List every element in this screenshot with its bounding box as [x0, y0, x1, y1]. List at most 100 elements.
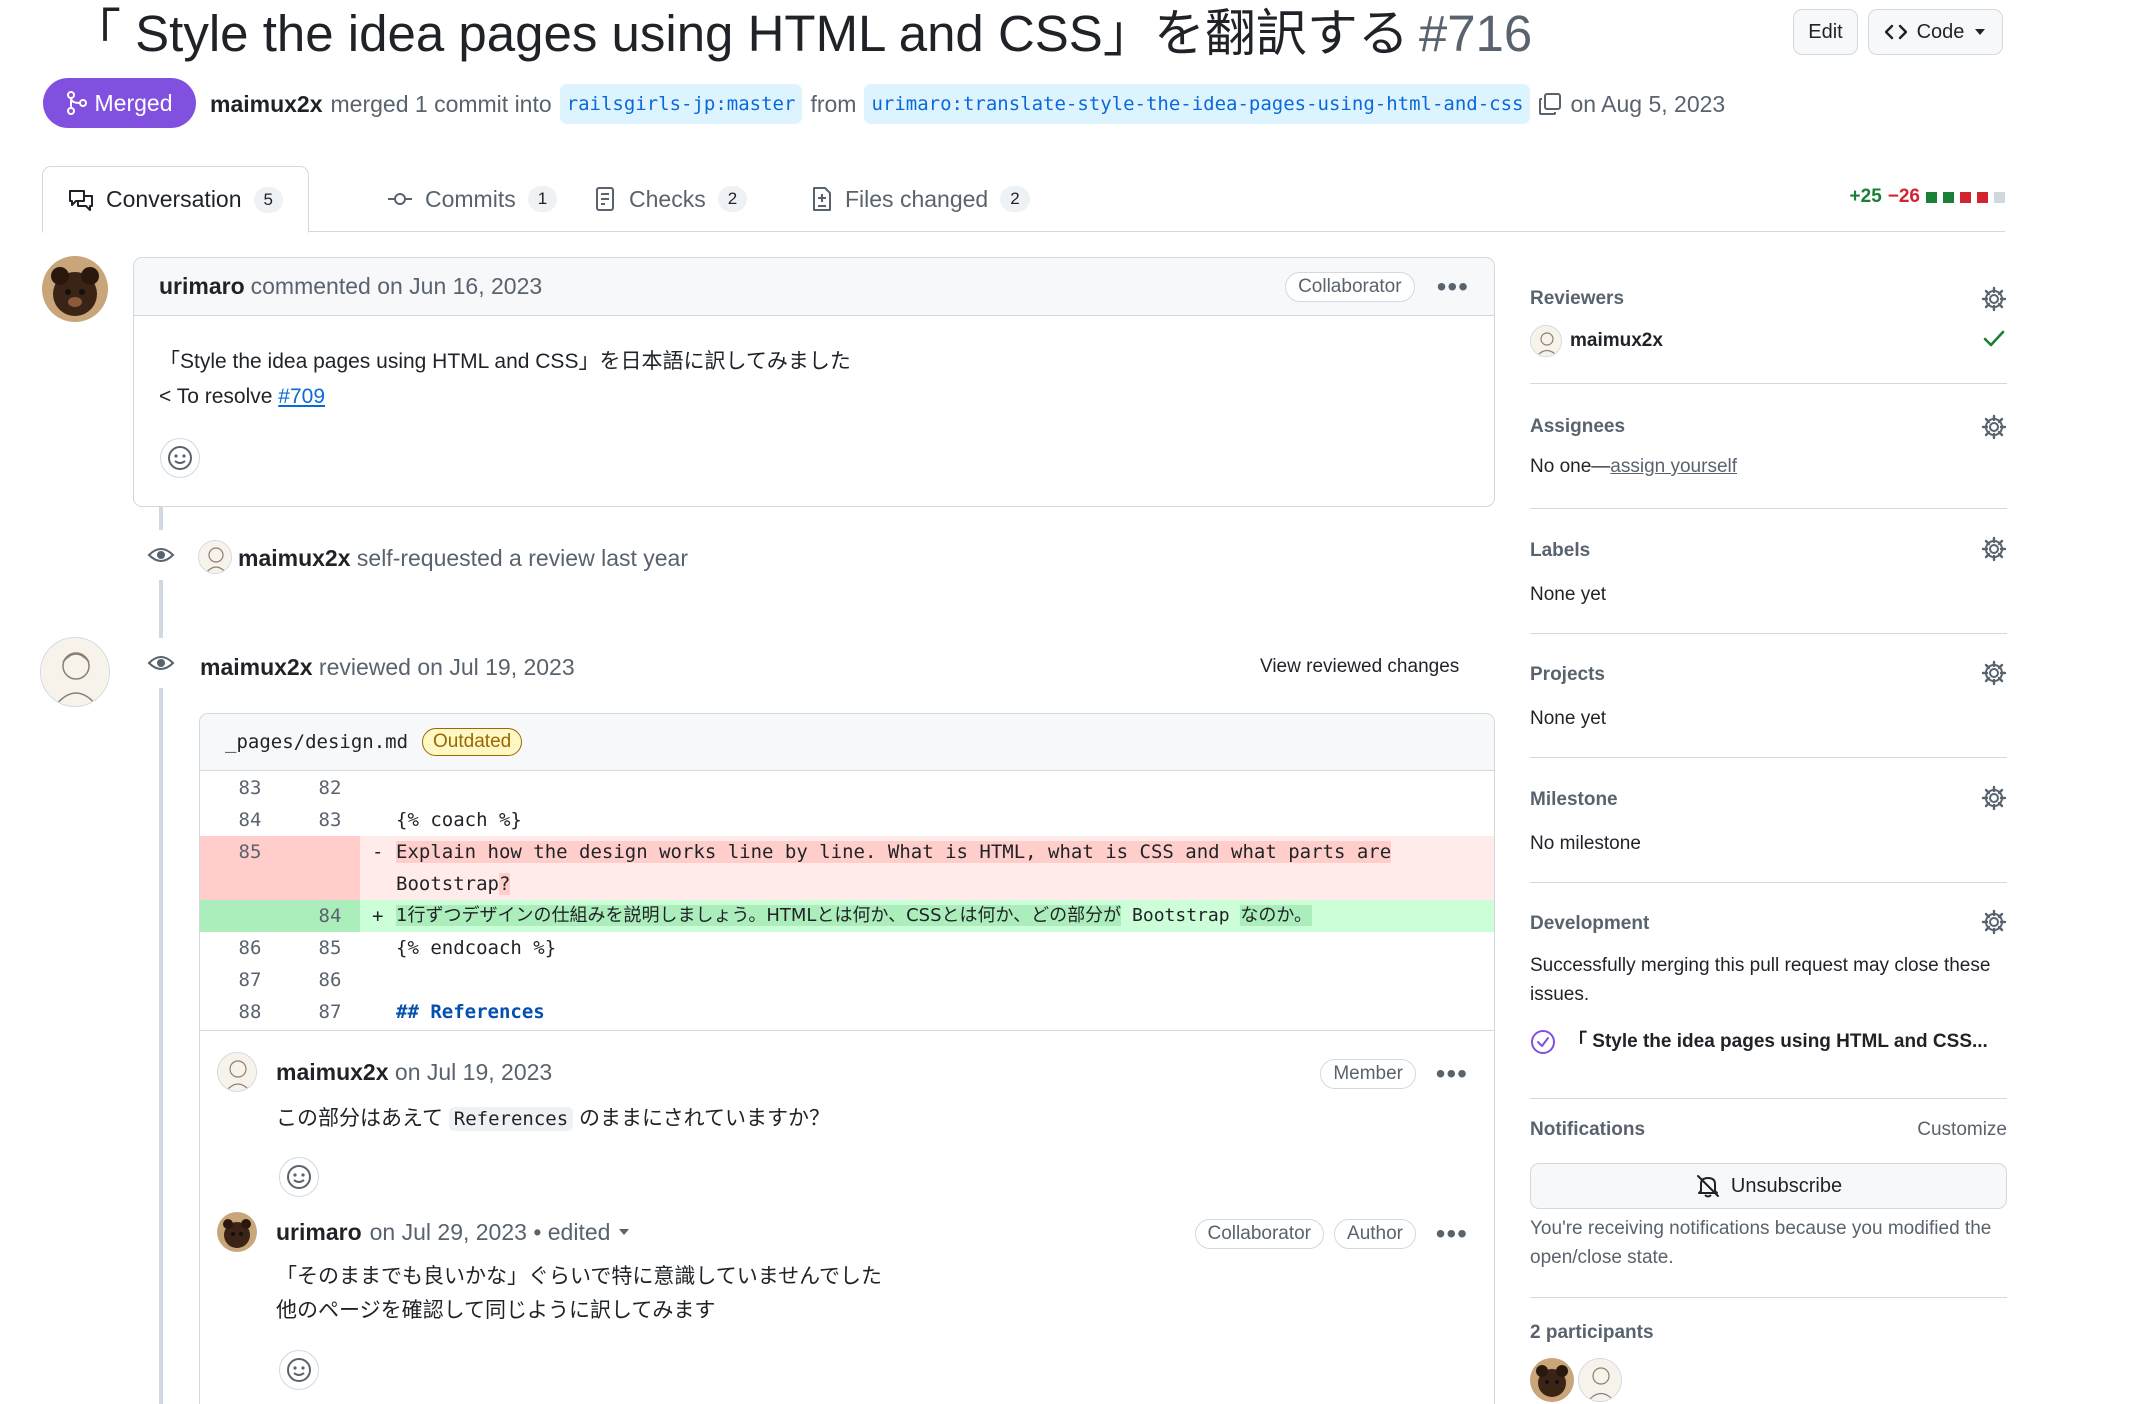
sidebar-heading: Notifications — [1530, 1119, 1646, 1140]
review-event-icon — [136, 530, 186, 580]
avatar-urimaro[interactable] — [42, 256, 108, 322]
comment-meta[interactable]: on Jul 19, 2023 — [395, 1059, 552, 1085]
diff-added-text: 1行ずつデザインの仕組みを説明しましょう。HTMLとは何か、CSSとは何か、どの… — [396, 905, 1122, 926]
eye-icon — [147, 653, 175, 673]
merged-status-badge: Merged — [43, 78, 196, 128]
avatar-maimux2x-small[interactable] — [198, 540, 232, 574]
commit-icon — [387, 191, 413, 207]
reviewer-name[interactable]: maimux2x — [200, 654, 313, 680]
comment-author[interactable]: urimaro — [159, 273, 245, 300]
code-button[interactable]: Code — [1868, 9, 2003, 55]
caret-down-icon[interactable] — [618, 1228, 630, 1236]
comment-meta[interactable]: on Jul 29, 2023 • edited — [370, 1216, 611, 1248]
customize-link[interactable]: Customize — [1917, 1119, 2007, 1141]
tab-label: Commits — [425, 185, 516, 212]
gear-icon[interactable] — [1981, 414, 2007, 440]
view-reviewed-changes-link[interactable]: View reviewed changes — [1260, 654, 1459, 680]
diff-code: Explain how the design works line by lin… — [396, 836, 1392, 900]
new-line-number: 87 — [318, 1001, 342, 1023]
diffstat-block-add — [1943, 191, 1954, 203]
diff-code: {% coach %} — [396, 809, 522, 831]
kebab-menu-icon[interactable]: ••• — [1437, 272, 1469, 300]
kebab-menu-icon[interactable]: ••• — [1436, 1220, 1468, 1248]
code-icon — [1884, 23, 1907, 41]
new-line-number: 84 — [318, 905, 342, 927]
comment-author[interactable]: maimux2x — [276, 1059, 389, 1085]
outdated-badge: Outdated — [422, 728, 523, 756]
sidebar-reviewers: Reviewers maimux2x — [1530, 280, 2007, 384]
sidebar-heading[interactable]: Labels — [1530, 540, 1590, 562]
diffstat-block-del — [1977, 191, 1988, 203]
sidebar-heading: 2 participants — [1530, 1322, 1654, 1343]
event-text: self-requested a review last year — [356, 545, 689, 571]
from-text: from — [810, 91, 857, 117]
merger-name[interactable]: maimux2x — [210, 85, 323, 123]
comment-meta[interactable]: commented on Jun 16, 2023 — [251, 273, 543, 300]
add-reaction-button[interactable] — [279, 1350, 319, 1390]
sidebar-projects: Projects None yet — [1530, 656, 2007, 758]
tab-checks[interactable]: Checks 2 — [570, 166, 772, 232]
assign-yourself-link[interactable]: assign yourself — [1610, 456, 1737, 477]
reviewer-name[interactable]: maimux2x — [1570, 326, 1663, 355]
sidebar-labels: Labels None yet — [1530, 532, 2007, 634]
thread-comment-header: urimaro on Jul 29, 2023 • edited — [276, 1216, 630, 1248]
merged-text: merged 1 commit into — [330, 91, 552, 117]
diff-line: 87 86 — [200, 964, 1494, 996]
merge-date: on Aug 5, 2023 — [1570, 91, 1726, 117]
diff-line: 83 82 — [200, 772, 1494, 804]
avatar-maimux2x[interactable] — [40, 637, 110, 707]
assignees-prefix: No one— — [1530, 456, 1611, 477]
kebab-menu-icon[interactable]: ••• — [1436, 1060, 1468, 1088]
participant-avatar[interactable] — [1578, 1358, 1622, 1402]
linked-issue[interactable]: 「 Style the idea pages using HTML and CS… — [1568, 1027, 1988, 1056]
diff-file-path[interactable]: _pages/design.md — [225, 731, 408, 753]
gear-icon[interactable] — [1981, 286, 2007, 312]
copy-icon[interactable] — [1538, 92, 1562, 116]
tab-conversation[interactable]: Conversation 5 — [42, 166, 309, 233]
comment-line: 他のページを確認して同じように訳してみます — [276, 1299, 716, 1322]
comment-header: urimaro commented on Jun 16, 2023 Collab… — [134, 258, 1494, 316]
unsubscribe-button[interactable]: Unsubscribe — [1530, 1163, 2007, 1209]
review-meta[interactable]: reviewed on Jul 19, 2023 — [319, 654, 575, 680]
comment-author[interactable]: urimaro — [276, 1216, 362, 1248]
gear-icon[interactable] — [1981, 536, 2007, 562]
merged-label: Merged — [94, 89, 173, 116]
add-reaction-button[interactable] — [160, 438, 200, 478]
head-branch[interactable]: urimaro:translate-style-the-idea-pages-u… — [864, 84, 1531, 124]
avatar-maimux2x-small[interactable] — [217, 1052, 257, 1092]
tab-files-changed[interactable]: Files changed 2 — [786, 166, 1055, 232]
gear-icon[interactable] — [1981, 909, 2007, 935]
avatar-urimaro-small[interactable] — [217, 1212, 257, 1252]
edit-button[interactable]: Edit — [1793, 9, 1858, 55]
sidebar-heading[interactable]: Milestone — [1530, 789, 1618, 811]
sidebar-heading[interactable]: Reviewers — [1530, 288, 1624, 310]
add-reaction-button[interactable] — [279, 1157, 319, 1197]
sidebar-heading[interactable]: Assignees — [1530, 416, 1625, 438]
old-line-number: 86 — [238, 937, 262, 959]
gear-icon[interactable] — [1981, 785, 2007, 811]
diffstat-block-del — [1960, 191, 1971, 203]
edit-label: Edit — [1808, 20, 1843, 43]
sidebar-heading[interactable]: Projects — [1530, 664, 1605, 686]
smiley-icon — [286, 1164, 312, 1190]
participant-avatar[interactable] — [1530, 1358, 1574, 1402]
diffstat: +25 −26 — [1850, 186, 2005, 208]
comment-text: のままにされていますか？ — [579, 1107, 830, 1130]
thread-comment-body: この部分はあえて References のままにされていますか？ — [276, 1102, 830, 1136]
tab-label: Checks — [629, 185, 706, 212]
tab-counter: 1 — [527, 186, 558, 212]
gear-icon[interactable] — [1981, 660, 2007, 686]
base-branch[interactable]: railsgirls-jp:master — [559, 84, 803, 124]
event-author[interactable]: maimux2x — [238, 545, 351, 571]
avatar-maimux2x-small[interactable] — [1530, 325, 1562, 357]
sidebar-heading[interactable]: Development — [1530, 913, 1649, 935]
diff-line-deleted: 85 - Explain how the design works line b… — [200, 836, 1494, 900]
diff-line: 88 87 ## References — [200, 996, 1494, 1028]
old-line-number: 88 — [238, 1001, 262, 1023]
diff-deleted-text: Explain how the design works line by lin… — [396, 841, 1392, 863]
diffstat-block-neutral — [1994, 191, 2005, 203]
comment-line: 「そのままでも良いかな」ぐらいで特に意識していませんでした — [276, 1265, 883, 1288]
tab-commits[interactable]: Commits 1 — [362, 166, 582, 232]
issue-link[interactable]: #709 — [278, 385, 325, 408]
old-line-number: 83 — [238, 777, 262, 799]
